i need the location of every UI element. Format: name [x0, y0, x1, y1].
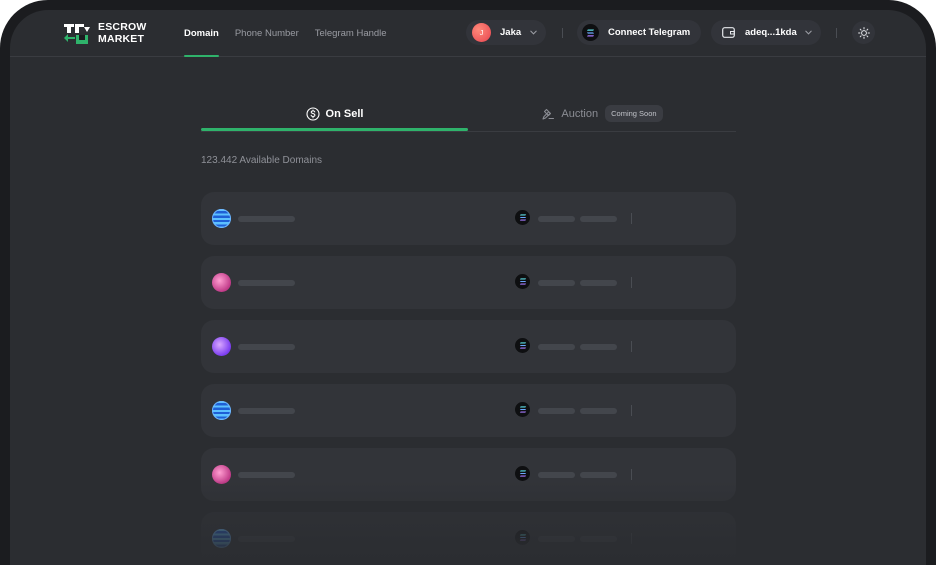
globe-pink-icon: [212, 273, 231, 292]
price-skeleton: [538, 216, 575, 222]
price-usd-skeleton: [580, 280, 617, 286]
price-skeleton: [538, 472, 575, 478]
nav-tab-phone-number[interactable]: Phone Number: [235, 10, 299, 56]
available-domains-count: 123.442 Available Domains: [201, 155, 323, 166]
globe-purple-icon: [212, 337, 231, 356]
globe-blue-icon: [212, 529, 231, 548]
user-menu-button[interactable]: J Jaka: [466, 20, 546, 45]
dollar-circle-icon: [305, 106, 320, 121]
chevron-down-icon: [805, 30, 812, 35]
solana-icon: [515, 466, 530, 481]
price-usd-skeleton: [580, 216, 617, 222]
user-name: Jaka: [500, 27, 522, 38]
header-divider: [836, 28, 837, 38]
domain-row[interactable]: [201, 320, 736, 373]
escrow-logo-icon: [64, 24, 90, 44]
solana-icon: [582, 24, 599, 41]
coming-soon-badge: Coming Soon: [605, 105, 663, 122]
market-tabs: On Sell Auction Coming Soon: [201, 98, 736, 132]
nav-tab-domain[interactable]: Domain: [184, 10, 219, 57]
brand-logo[interactable]: ESCROW MARKET: [62, 21, 146, 45]
domain-name-skeleton: [238, 408, 295, 414]
domain-name-skeleton: [238, 280, 295, 286]
price-skeleton: [538, 280, 575, 286]
domain-row[interactable]: [201, 512, 736, 565]
price-usd-skeleton: [580, 472, 617, 478]
solana-icon: [515, 402, 530, 417]
wallet-address: adeq...1kda: [745, 27, 797, 38]
price-usd-skeleton: [580, 408, 617, 414]
domain-row[interactable]: [201, 384, 736, 437]
domain-name-skeleton: [238, 472, 295, 478]
domain-name-skeleton: [238, 536, 295, 542]
top-header: ESCROW MARKET Domain Phone Number Telegr…: [10, 10, 926, 57]
domain-name-skeleton: [238, 344, 295, 350]
domain-row[interactable]: [201, 448, 736, 501]
domain-row[interactable]: [201, 192, 736, 245]
row-divider: [631, 341, 632, 352]
chevron-down-icon: [530, 30, 537, 35]
sun-icon: [857, 26, 870, 39]
gavel-icon: [542, 108, 555, 120]
row-divider: [631, 469, 632, 480]
price-skeleton: [538, 344, 575, 350]
tab-on-sell-label: On Sell: [325, 107, 364, 120]
price-skeleton: [538, 536, 575, 542]
globe-blue-icon: [212, 401, 231, 420]
price-usd-skeleton: [580, 536, 617, 542]
row-divider: [631, 405, 632, 416]
header-divider: [562, 28, 563, 38]
globe-pink-icon: [212, 465, 231, 484]
theme-toggle-button[interactable]: [852, 21, 875, 44]
connect-telegram-label: Connect Telegram: [608, 27, 691, 38]
wallet-icon: [722, 27, 735, 38]
row-divider: [631, 533, 632, 544]
tab-auction[interactable]: Auction Coming Soon: [468, 98, 736, 129]
nav-tab-telegram-handle[interactable]: Telegram Handle: [315, 10, 387, 56]
main-nav: Domain Phone Number Telegram Handle: [184, 10, 403, 57]
domain-row[interactable]: [201, 256, 736, 309]
tab-on-sell[interactable]: On Sell: [201, 98, 468, 131]
price-skeleton: [538, 408, 575, 414]
tab-auction-label: Auction: [561, 107, 599, 120]
price-usd-skeleton: [580, 344, 617, 350]
solana-icon: [515, 210, 530, 225]
row-divider: [631, 277, 632, 288]
brand-name: ESCROW MARKET: [98, 21, 146, 45]
brand-line-2: MARKET: [98, 33, 145, 45]
solana-icon: [515, 530, 530, 545]
device-frame: ESCROW MARKET Domain Phone Number Telegr…: [0, 0, 936, 565]
brand-line-1: ESCROW: [98, 21, 147, 33]
solana-icon: [515, 274, 530, 289]
app-screen: ESCROW MARKET Domain Phone Number Telegr…: [10, 10, 926, 565]
wallet-button[interactable]: adeq...1kda: [711, 20, 821, 45]
solana-icon: [515, 338, 530, 353]
domain-name-skeleton: [238, 216, 295, 222]
row-divider: [631, 213, 632, 224]
globe-blue-icon: [212, 209, 231, 228]
connect-telegram-button[interactable]: Connect Telegram: [577, 20, 701, 45]
avatar: J: [472, 23, 491, 42]
